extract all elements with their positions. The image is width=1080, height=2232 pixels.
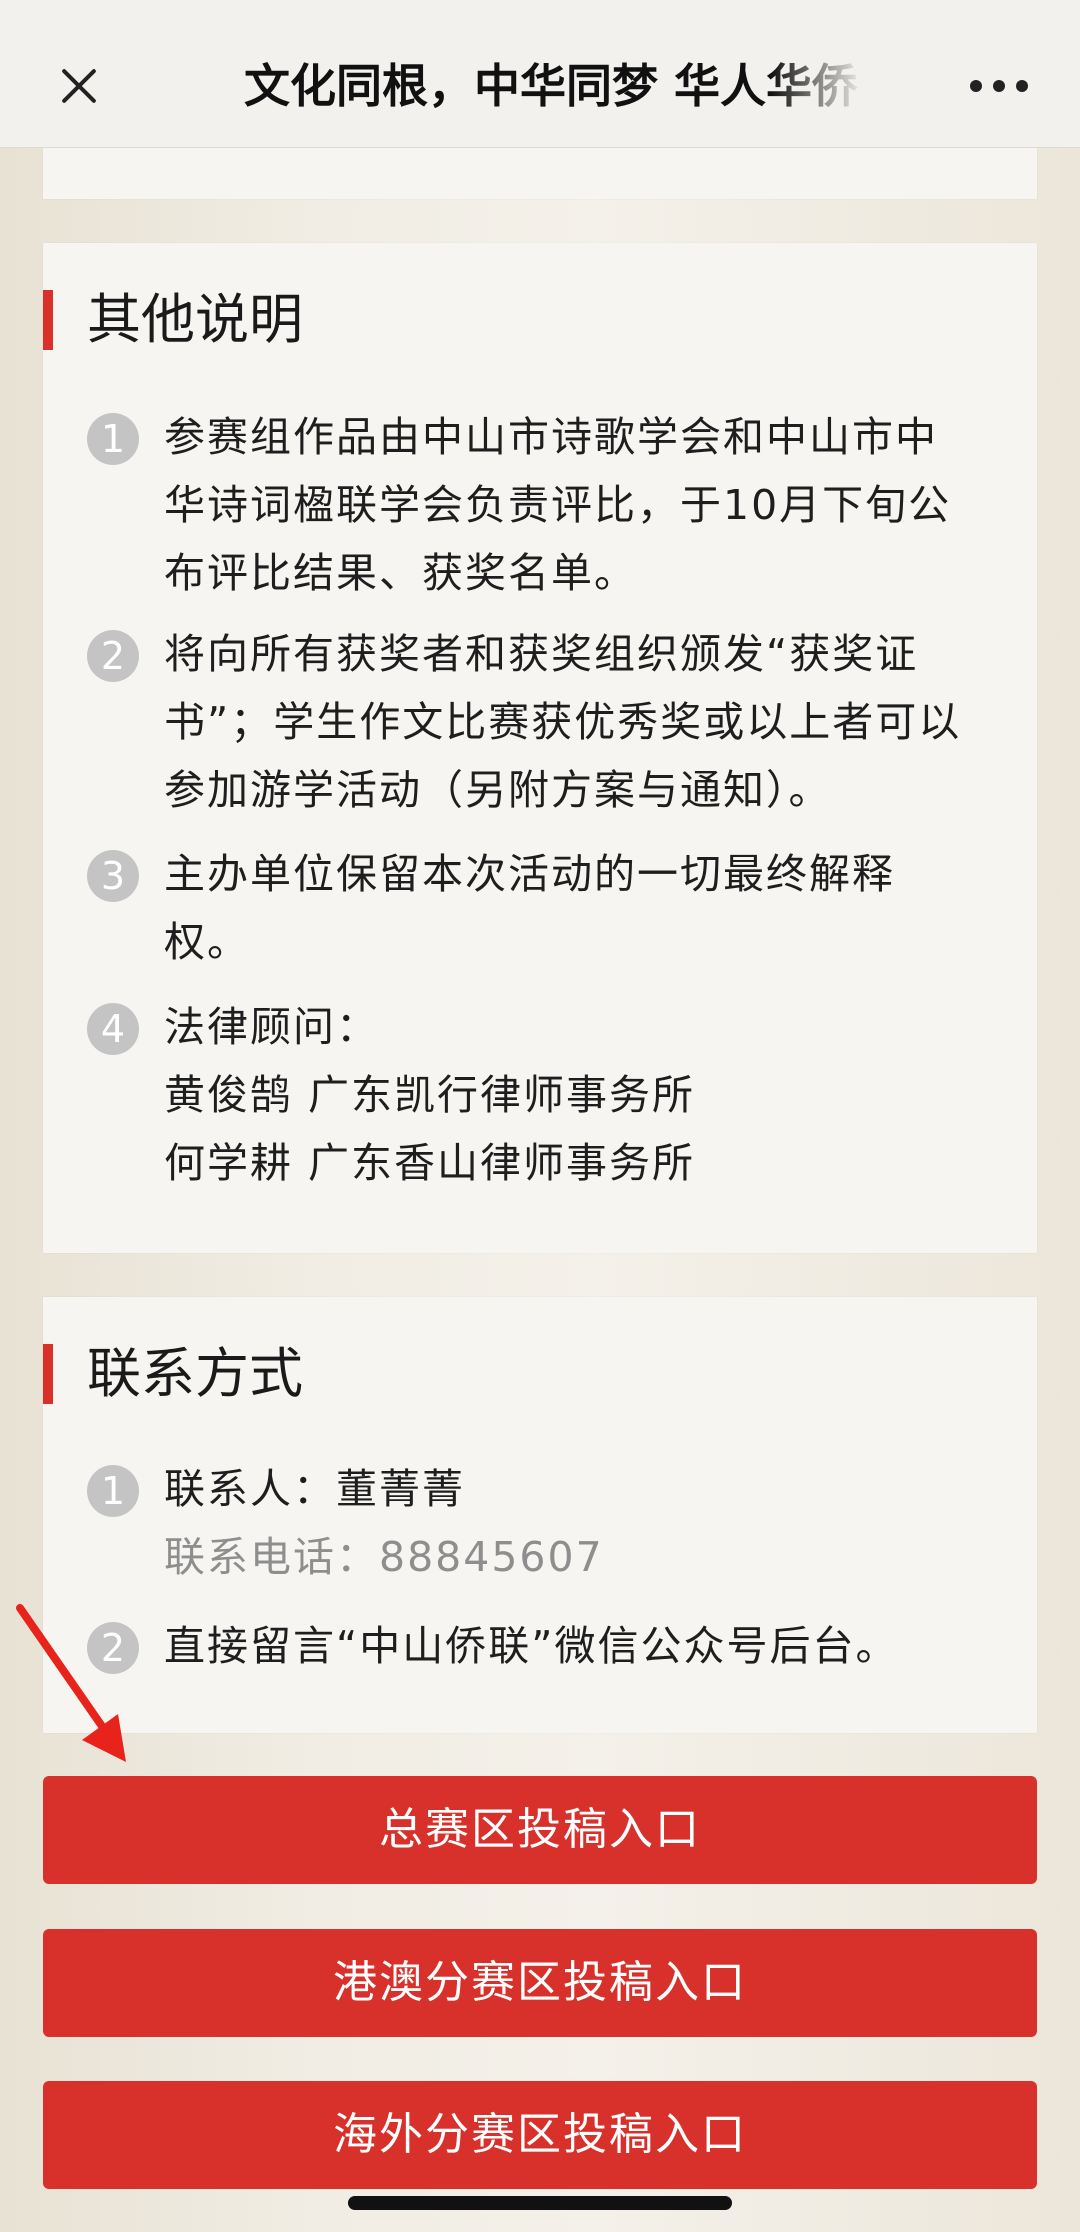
text-line: 何学耕 广东香山律师事务所 [164,1139,696,1187]
home-indicator[interactable] [348,2196,732,2210]
more-dot [1016,80,1028,92]
number-badge: 1 [87,413,139,465]
section-title-contact: 联系方式 [87,1342,303,1405]
number-badge: 3 [87,850,139,902]
number-badge: 1 [87,1465,139,1517]
contact-person: 联系人：董菁菁 [164,1465,465,1513]
previous-section-card [43,147,1037,199]
page-title: 文化同根，中华同梦 华人华侨 [244,59,859,113]
more-dots-icon[interactable] [970,78,1028,94]
main-division-submit-button[interactable]: 总赛区投稿入口 [43,1776,1037,1884]
text-line: 直接留言“中山侨联”微信公众号后台。 [164,1622,899,1670]
text-line: 法律顾问： [164,1003,379,1051]
more-dot [993,80,1005,92]
item-text: 法律顾问： 黄俊鹄 广东凯行律师事务所 何学耕 广东香山律师事务所 [164,993,1004,1197]
overseas-division-submit-button[interactable]: 海外分赛区投稿入口 [43,2081,1037,2189]
text-line: 权。 [164,918,250,966]
text-line: 布评比结果、获奖名单。 [164,549,637,597]
contact-card: 联系方式 1 联系人：董菁菁 联系电话：88845607 2 直接留言“中山侨联… [43,1297,1037,1733]
number-badge: 4 [87,1003,139,1055]
text-line: 主办单位保留本次活动的一切最终解释 [164,850,895,898]
text-line: 华诗词楹联学会负责评比，于10月下旬公 [164,481,952,529]
section-accent-bar [43,290,53,350]
section-title-other-notes: 其他说明 [87,288,303,351]
other-notes-card: 其他说明 1 参赛组作品由中山市诗歌学会和中山市中 华诗词楹联学会负责评比，于1… [43,243,1037,1253]
item-text: 将向所有获奖者和获奖组织颁发“获奖证 书”；学生作文比赛获优秀奖或以上者可以 参… [164,620,1004,824]
item-text: 主办单位保留本次活动的一切最终解释 权。 [164,840,1004,976]
text-line: 将向所有获奖者和获奖组织颁发“获奖证 [164,630,919,678]
number-badge: 2 [87,630,139,682]
top-nav-bar: 文化同根，中华同梦 华人华侨 [0,0,1080,148]
more-dot [970,80,982,92]
item-text: 联系人：董菁菁 联系电话：88845607 [164,1455,1004,1591]
red-arrow-annotation [16,1604,126,1762]
text-line: 参加游学活动（另附方案与通知）。 [164,766,832,814]
text-line: 参赛组作品由中山市诗歌学会和中山市中 [164,413,938,461]
item-text: 参赛组作品由中山市诗歌学会和中山市中 华诗词楹联学会负责评比，于10月下旬公 布… [164,403,1004,607]
hk-macau-division-submit-button[interactable]: 港澳分赛区投稿入口 [43,1929,1037,2037]
close-icon[interactable] [50,58,106,114]
text-line: 书”；学生作文比赛获优秀奖或以上者可以 [164,698,962,746]
item-text: 直接留言“中山侨联”微信公众号后台。 [164,1612,1004,1680]
section-accent-bar [43,1344,53,1404]
text-line: 黄俊鹄 广东凯行律师事务所 [164,1071,696,1119]
contact-phone[interactable]: 联系电话：88845607 [164,1523,1004,1591]
